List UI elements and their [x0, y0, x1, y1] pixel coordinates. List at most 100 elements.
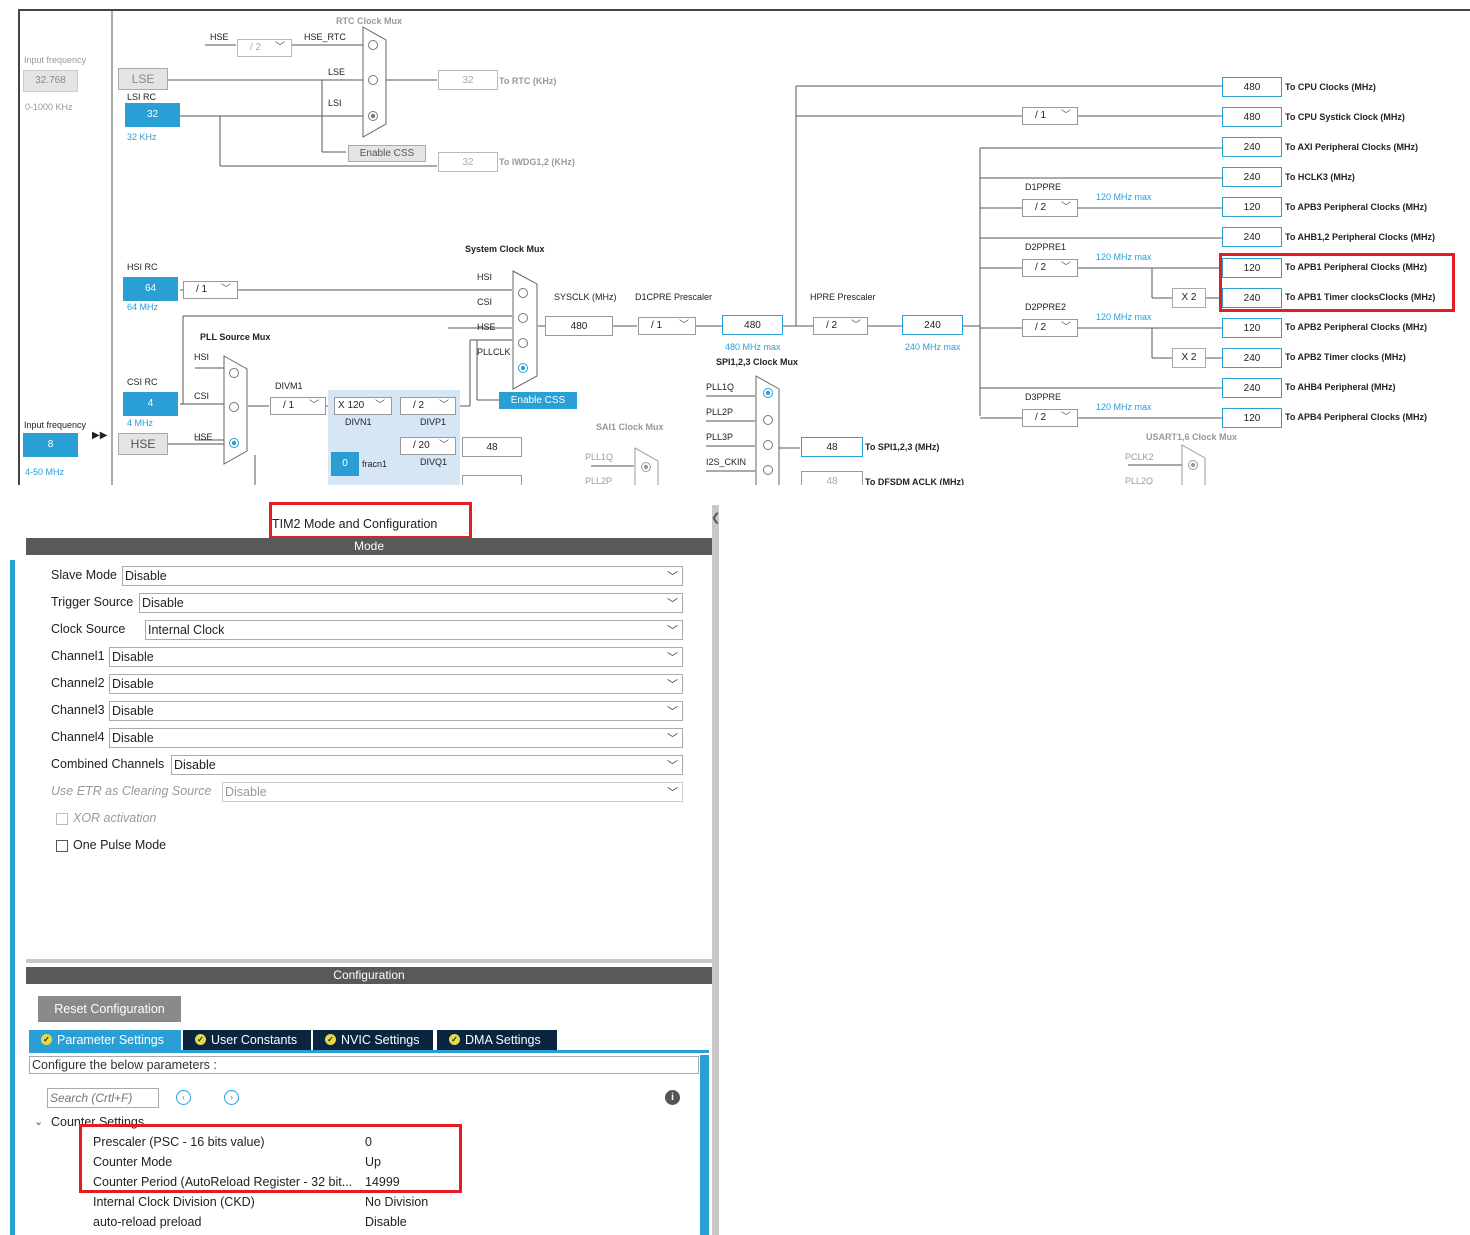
search-previous-icon[interactable]: ‹ [176, 1090, 191, 1105]
d2ppre2-select[interactable]: / 2 ﹀ [1022, 319, 1078, 337]
dfsdm-output-label: To DFSDM ACLK (MHz) [865, 477, 964, 485]
system-clock-mux[interactable] [512, 270, 539, 390]
tab-user-constants[interactable]: ✓ User Constants [183, 1030, 311, 1050]
tab-nvic-settings[interactable]: ✓ NVIC Settings [313, 1030, 433, 1050]
panel-splitter[interactable] [712, 505, 719, 1235]
apb4-clock-value[interactable]: 120 [1222, 408, 1282, 428]
divn1-label: DIVN1 [345, 417, 372, 427]
iwdg-output-value: 32 [438, 152, 498, 172]
divq1-output-value: 48 [462, 437, 522, 457]
pll-hsi-label: HSI [194, 352, 210, 362]
fracn1-value[interactable]: 0 [331, 452, 359, 476]
configuration-header: Configuration [26, 967, 712, 984]
sysclk-label: SYSCLK (MHz) [554, 292, 617, 302]
chevron-down-icon: ﹀ [667, 706, 678, 718]
hclk3-value[interactable]: 240 [1222, 167, 1282, 187]
cpu-clock-value[interactable]: 480 [1222, 77, 1282, 97]
apb2-timer-clock-value[interactable]: 240 [1222, 348, 1282, 368]
fracn1-label: fracn1 [362, 459, 388, 469]
channel4-label: Channel4 [51, 730, 105, 744]
spi-clock-mux[interactable] [755, 375, 781, 485]
hpre-output-value[interactable]: 240 [902, 315, 963, 335]
mode-divider [26, 875, 712, 963]
d2ppre1-select[interactable]: / 2 ﹀ [1022, 259, 1078, 277]
divq1-select[interactable]: / 20 ﹀ [400, 437, 456, 455]
rtc-enable-css-button[interactable]: Enable CSS [348, 145, 426, 162]
combined-channels-select[interactable]: Disable ﹀ [171, 755, 683, 775]
spi-pll2p-label: PLL2P [706, 407, 734, 417]
cpu-systick-divider-select[interactable]: / 1 ﹀ [1022, 107, 1078, 125]
tab-parameter-settings[interactable]: ✓ Parameter Settings [29, 1030, 181, 1050]
channel2-select[interactable]: Disable ﹀ [109, 674, 683, 694]
hse-input-frequency-field[interactable]: 8 [23, 433, 78, 457]
hse-rtc-label: HSE_RTC [304, 32, 346, 42]
hpre-select[interactable]: / 2 ﹀ [813, 317, 868, 335]
lse-input-frequency-field[interactable]: 32.768 [23, 70, 78, 92]
divp1-select[interactable]: / 2 ﹀ [400, 397, 456, 415]
chevron-down-icon: ﹀ [667, 571, 678, 583]
auto-reload-param-value[interactable]: Disable [365, 1215, 407, 1229]
ahb12-clock-value[interactable]: 240 [1222, 227, 1282, 247]
cpu-systick-value[interactable]: 480 [1222, 107, 1282, 127]
d2ppre1-max-label: 120 MHz max [1096, 252, 1152, 262]
check-icon: ✓ [195, 1034, 206, 1045]
hsi-rc-unit: 64 MHz [127, 302, 159, 312]
d3ppre-label: D3PPRE [1025, 392, 1062, 402]
chevron-down-icon: ﹀ [667, 733, 678, 745]
channel1-select[interactable]: Disable ﹀ [109, 647, 683, 667]
channel3-select[interactable]: Disable ﹀ [109, 701, 683, 721]
trigger-source-select[interactable]: Disable ﹀ [139, 593, 683, 613]
csi-rc-value: 4 [123, 392, 178, 416]
spi-pll3p-label: PLL3P [706, 432, 734, 442]
ahb4-clock-label: To AHB4 Peripheral (MHz) [1285, 382, 1396, 392]
d2ppre2-label: D2PPRE2 [1025, 302, 1067, 312]
sys-enable-css-button[interactable]: Enable CSS [499, 392, 577, 409]
channel2-label: Channel2 [51, 676, 105, 690]
reset-configuration-button[interactable]: Reset Configuration [38, 996, 181, 1022]
apb3-clock-value[interactable]: 120 [1222, 197, 1282, 217]
d3ppre-select[interactable]: / 2 ﹀ [1022, 409, 1078, 427]
sai-clock-mux[interactable] [634, 447, 660, 485]
hse-input-frequency-label: Input frequency [24, 420, 87, 430]
parameter-scrollbar[interactable] [700, 1055, 709, 1235]
check-icon: ✓ [325, 1034, 336, 1045]
d2ppre2-max-label: 120 MHz max [1096, 312, 1152, 322]
divm1-select[interactable]: / 1 ﹀ [270, 397, 326, 415]
hsi-divider-select[interactable]: / 1 ﹀ [183, 281, 238, 299]
spi-mux-title: SPI1,2,3 Clock Mux [716, 357, 799, 367]
usart-clock-mux[interactable] [1181, 444, 1207, 485]
ahb4-clock-value[interactable]: 240 [1222, 378, 1282, 398]
lsi-rc-label: LSI RC [127, 92, 157, 102]
etr-clearing-select: Disable ﹀ [222, 782, 683, 802]
clock-source-select[interactable]: Internal Clock ﹀ [145, 620, 683, 640]
pll-source-mux[interactable] [223, 355, 249, 465]
channel4-select[interactable]: Disable ﹀ [109, 728, 683, 748]
hpre-prescaler-label: HPRE Prescaler [810, 292, 876, 302]
rtc-clock-mux[interactable] [362, 26, 388, 138]
hse-source-block: HSE [118, 433, 168, 455]
axi-clock-value[interactable]: 240 [1222, 137, 1282, 157]
xor-activation-checkbox [56, 813, 68, 825]
search-input[interactable] [47, 1088, 159, 1108]
apb2-peripheral-clock-value[interactable]: 120 [1222, 318, 1282, 338]
auto-reload-param-name: auto-reload preload [93, 1215, 202, 1229]
tab-dma-settings[interactable]: ✓ DMA Settings [437, 1030, 557, 1050]
tab-underline [29, 1050, 709, 1053]
csi-rc-label: CSI RC [127, 377, 158, 387]
rtc-hse-divider-select[interactable]: / 2 ﹀ [237, 39, 292, 57]
search-next-icon[interactable]: › [224, 1090, 239, 1105]
slave-mode-select[interactable]: Disable ﹀ [122, 566, 683, 586]
chevron-down-icon[interactable]: ⌄ [34, 1115, 43, 1128]
divn1-select[interactable]: X 120 ﹀ [334, 397, 392, 415]
one-pulse-mode-checkbox[interactable] [56, 840, 68, 852]
collapse-arrow-icon[interactable]: ❮ [711, 511, 720, 524]
d1cpre-max-label: 480 MHz max [725, 342, 781, 352]
pll-hse-label: HSE [194, 432, 213, 442]
chevron-down-icon: ﹀ [1061, 412, 1071, 423]
d1ppre-select[interactable]: / 2 ﹀ [1022, 199, 1078, 217]
d1cpre-output-value[interactable]: 480 [722, 315, 783, 335]
clock-division-param-value[interactable]: No Division [365, 1195, 428, 1209]
one-pulse-mode-label: One Pulse Mode [73, 838, 167, 852]
info-icon[interactable]: i [665, 1090, 680, 1105]
d1cpre-select[interactable]: / 1 ﹀ [638, 317, 696, 335]
